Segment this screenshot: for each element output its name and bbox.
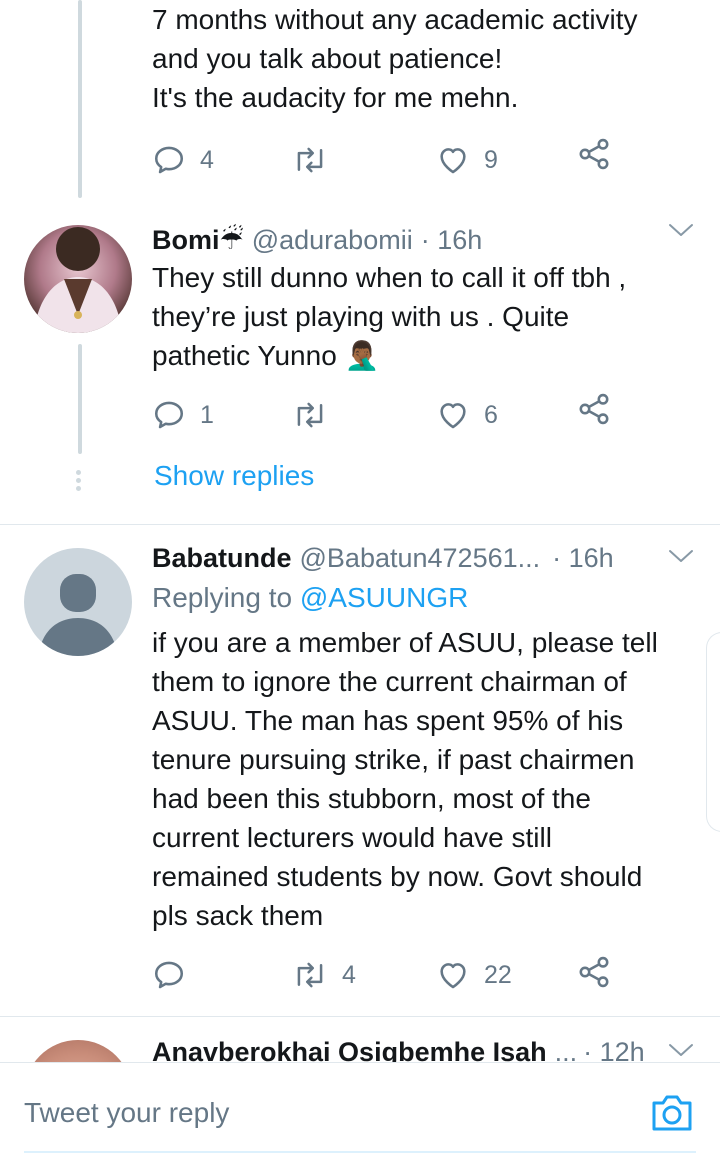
tweet-text: if you are a member of ASUU, please tell… bbox=[152, 627, 658, 931]
like-button[interactable]: 6 bbox=[436, 395, 498, 435]
tweet-reply-input[interactable]: Tweet your reply bbox=[24, 1097, 229, 1129]
replying-to: Replying to @ASUUNGR bbox=[152, 582, 468, 614]
share-icon bbox=[579, 393, 609, 425]
tweet-time: · 16h bbox=[552, 542, 614, 573]
share-button[interactable] bbox=[576, 952, 612, 992]
tweet-text: They still dunno when to call it off tbh… bbox=[152, 262, 627, 371]
default-avatar-icon bbox=[38, 574, 118, 656]
like-count: 9 bbox=[484, 145, 498, 174]
reply-button[interactable]: 1 bbox=[152, 395, 214, 435]
retweet-button[interactable] bbox=[292, 395, 342, 435]
tweet-header: Babatunde @Babatun472561... · 16h bbox=[152, 540, 614, 576]
thread-dot bbox=[76, 486, 81, 491]
divider bbox=[0, 524, 720, 525]
divider bbox=[0, 1016, 720, 1017]
avatar[interactable] bbox=[24, 548, 132, 656]
retweet-count: 4 bbox=[342, 960, 356, 989]
like-button[interactable]: 9 bbox=[436, 140, 498, 180]
retweet-button[interactable]: 4 bbox=[292, 955, 356, 995]
replying-to-prefix: Replying to bbox=[152, 582, 300, 613]
avatar-photo bbox=[34, 227, 122, 333]
retweet-icon bbox=[297, 962, 323, 988]
chevron-down-icon[interactable] bbox=[666, 220, 696, 240]
reply-count: 4 bbox=[200, 145, 214, 174]
like-button[interactable]: 22 bbox=[436, 955, 512, 995]
reply-icon bbox=[154, 146, 184, 174]
tweet-text: 7 months without any academic activity a… bbox=[152, 4, 638, 113]
avatar[interactable] bbox=[24, 225, 132, 333]
thread-dot bbox=[76, 478, 81, 483]
tweet-header: Bomi☔ @adurabomii · 16h bbox=[152, 222, 482, 258]
retweet-icon bbox=[297, 402, 323, 428]
show-replies-link[interactable]: Show replies bbox=[154, 460, 314, 492]
replying-to-mention[interactable]: @ASUUNGR bbox=[300, 582, 468, 613]
reply-composer: Tweet your reply bbox=[0, 1062, 720, 1162]
share-button[interactable] bbox=[576, 389, 612, 429]
heart-icon bbox=[440, 963, 466, 989]
reply-button[interactable] bbox=[152, 955, 200, 995]
thread-dot bbox=[76, 470, 81, 475]
author-name[interactable]: Babatunde bbox=[152, 543, 292, 574]
share-icon bbox=[579, 138, 609, 170]
reply-icon bbox=[154, 961, 184, 989]
reply-underline bbox=[24, 1151, 696, 1153]
share-button[interactable] bbox=[576, 134, 612, 174]
retweet-icon bbox=[297, 147, 323, 173]
tweet-time: · 16h bbox=[420, 224, 483, 255]
edge-panel-handle[interactable] bbox=[706, 632, 720, 832]
reply-count: 1 bbox=[200, 400, 214, 429]
retweet-button[interactable] bbox=[292, 140, 342, 180]
author-handle[interactable]: @Babatun472561... bbox=[300, 543, 541, 574]
thread-line-top bbox=[78, 0, 82, 198]
like-count: 22 bbox=[484, 960, 512, 989]
author-name[interactable]: Bomi☔ bbox=[152, 225, 244, 256]
like-count: 6 bbox=[484, 400, 498, 429]
chevron-down-icon[interactable] bbox=[666, 546, 696, 566]
author-handle[interactable]: @adurabomii bbox=[252, 225, 413, 256]
camera-icon[interactable] bbox=[650, 1093, 694, 1133]
chevron-down-icon[interactable] bbox=[666, 1040, 696, 1060]
share-icon bbox=[579, 956, 609, 988]
reply-button[interactable]: 4 bbox=[152, 140, 214, 180]
heart-icon bbox=[440, 403, 466, 429]
reply-icon bbox=[154, 401, 184, 429]
heart-icon bbox=[440, 148, 466, 174]
thread-line-middle bbox=[78, 344, 82, 454]
